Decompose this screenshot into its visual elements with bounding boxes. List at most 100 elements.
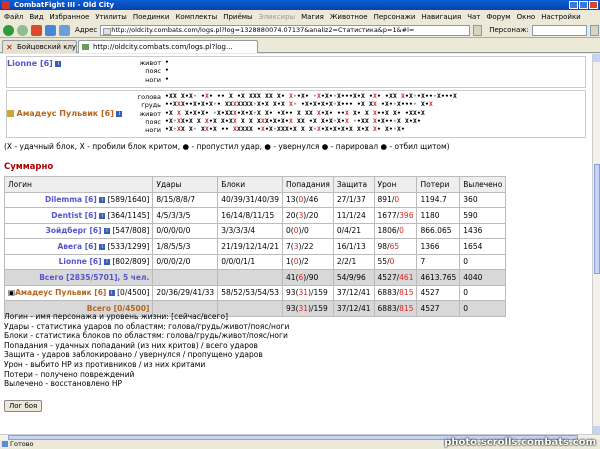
info-icon[interactable]: i	[99, 197, 106, 204]
zone-label: ноги	[145, 75, 161, 84]
login-cell: Dentist [6] i [364/1145]	[3, 207, 154, 224]
person-label: Персонаж:	[489, 26, 529, 34]
table-row: Dentist [6] i [364/1145] 4/5/3/3/5 16/14/8…	[3, 207, 507, 224]
menu-item[interactable]: Файл	[4, 13, 23, 21]
info-icon[interactable]: i	[99, 212, 106, 219]
tab-label: http://oldcity.combats.com/logs.pl?log..…	[93, 43, 233, 51]
zone-label: грудь	[141, 101, 161, 110]
stop-icon[interactable]	[31, 24, 42, 36]
zone-marks: •	[165, 59, 169, 66]
menu-item[interactable]: Избранное	[50, 13, 90, 21]
menu-item[interactable]: Чат	[467, 13, 480, 21]
minimize-button[interactable]	[569, 1, 578, 9]
maximize-button[interactable]	[579, 1, 588, 9]
window-controls	[569, 1, 598, 9]
crit-value: 3	[293, 241, 299, 251]
scroll-down-icon[interactable]	[593, 426, 600, 434]
watermark: photo.scrolls.combats.com	[444, 437, 596, 448]
healed-cell: 360	[459, 191, 507, 208]
forward-icon[interactable]	[17, 24, 28, 36]
crit-value: 0	[293, 257, 299, 267]
menu-item[interactable]: Утилиты	[95, 13, 127, 21]
info-icon[interactable]: i	[103, 259, 110, 266]
zone-marks: •X•XX•X X X•X X•XX X X XXX•X•X•X XX •X X…	[165, 117, 421, 125]
hits-cell: 1/8/5/5/3	[152, 238, 219, 255]
app-icon	[2, 1, 10, 9]
crit-value: 0	[399, 226, 404, 236]
reload-icon[interactable]	[45, 24, 56, 36]
crit-value: 65	[389, 241, 400, 251]
menu-item[interactable]: Животное	[330, 13, 368, 21]
hits-cell: 0/0/0/0/0	[152, 222, 219, 239]
menu-item[interactable]: Эликсиры	[259, 13, 296, 21]
scroll-thumb[interactable]	[594, 164, 600, 274]
crit-value: 31	[298, 288, 309, 298]
menu-item[interactable]: Приёмы	[223, 13, 252, 21]
zone-marks: •X X X•X•X• •X•XXX•X•X•X X• •X•• X XX X•…	[165, 109, 425, 117]
home-icon[interactable]	[59, 24, 70, 36]
login-cell: Lionne [6] i [802/809]	[3, 253, 154, 270]
zone-marks: •	[165, 67, 169, 75]
log-button[interactable]: Лог боя	[4, 400, 43, 412]
landed-cell: 93(31)/159	[282, 284, 334, 301]
info-icon[interactable]: i	[99, 243, 106, 250]
tab-club[interactable]: ✕ Бойцовский клуб	[2, 40, 77, 53]
login-cell: Зойдберг [6] i [547/808]	[3, 222, 154, 239]
close-tab-icon[interactable]: ✕	[6, 42, 13, 53]
defense-cell: 27/1/37	[332, 191, 375, 208]
status-text: Готово	[10, 440, 34, 448]
page-content: Lionne [6] i живот • пояс • ноги • Амадеус Пу…	[0, 54, 592, 434]
player-link[interactable]: Авега [6]	[58, 242, 97, 251]
loss-cell: 4527	[416, 300, 461, 317]
scroll-up-icon[interactable]	[593, 54, 600, 62]
window-title: CombatFight III - Old City	[14, 1, 115, 9]
landed-cell: 7(3)/22	[282, 238, 334, 255]
zone-marks: •	[165, 75, 169, 83]
info-icon[interactable]: i	[103, 228, 110, 235]
menu-item[interactable]: Навигация	[421, 13, 461, 21]
tab-log[interactable]: http://oldcity.combats.com/logs.pl?log..…	[78, 40, 258, 53]
column-header: Логин	[3, 176, 154, 193]
person-select[interactable]	[531, 24, 587, 36]
address-input[interactable]: http://oldcity.combats.com/logs.pl?log=1…	[100, 24, 471, 36]
blocks-cell: 58/52/53/54/53	[217, 284, 284, 301]
zone-label: ноги	[145, 126, 161, 135]
player-link[interactable]: Dilemma [6]	[45, 195, 97, 204]
menu-item[interactable]: Вид	[29, 13, 43, 21]
menu-item[interactable]: Настройки	[541, 13, 581, 21]
player-link[interactable]: Dentist [6]	[51, 211, 97, 220]
zone-label: живот	[139, 59, 161, 67]
zone-marks: •X•XX X• XX•X •• XXXXX •X•X•XXX•X X X•X•…	[165, 126, 405, 134]
fighter-zones: голова •XX X•X• •X• •• X •X XXX XX X• X••…	[7, 93, 585, 134]
damage-cell: 6883/815	[373, 284, 418, 301]
healed-cell: 1436	[459, 222, 507, 239]
loss-cell: 1180	[416, 207, 461, 224]
column-header: Попадания	[282, 176, 334, 193]
crit-value: 461	[399, 272, 414, 282]
vertical-scrollbar[interactable]	[592, 54, 600, 434]
defense-cell: 37/12/41	[332, 300, 375, 317]
menu-item[interactable]: Комплекты	[175, 13, 217, 21]
note-line: Вылечено - восстановлено HP	[4, 379, 123, 389]
defense-cell: 2/2/1	[332, 253, 375, 270]
person-dropdown-icon[interactable]	[589, 24, 599, 36]
login-cell: Авега [6] i [533/1299]	[3, 238, 154, 255]
landed-cell: 1(0)/2	[282, 253, 334, 270]
back-icon[interactable]	[3, 24, 14, 36]
zone-row: ноги •	[7, 76, 585, 84]
player-link[interactable]: Зойдберг [6]	[45, 226, 101, 235]
player-link[interactable]: Lionne [6]	[59, 257, 102, 266]
info-icon[interactable]: i	[108, 290, 115, 297]
player-link[interactable]: Амадеус Пульвик [6]	[15, 288, 106, 297]
empty-cell	[217, 269, 284, 286]
menu-item[interactable]: Персонажи	[374, 13, 416, 21]
menu-item[interactable]: Окно	[517, 13, 536, 21]
menu-item[interactable]: Магия	[301, 13, 324, 21]
menu-item[interactable]: Форум	[486, 13, 510, 21]
note-line: Удары - статистика ударов по областям: г…	[4, 321, 290, 331]
landed-cell: 13(0)/46	[282, 191, 334, 208]
address-dropdown-icon[interactable]	[473, 24, 483, 36]
close-button[interactable]	[589, 1, 598, 9]
landed-cell: 0(0)/0	[282, 222, 334, 239]
menu-item[interactable]: Поединки	[133, 13, 170, 21]
